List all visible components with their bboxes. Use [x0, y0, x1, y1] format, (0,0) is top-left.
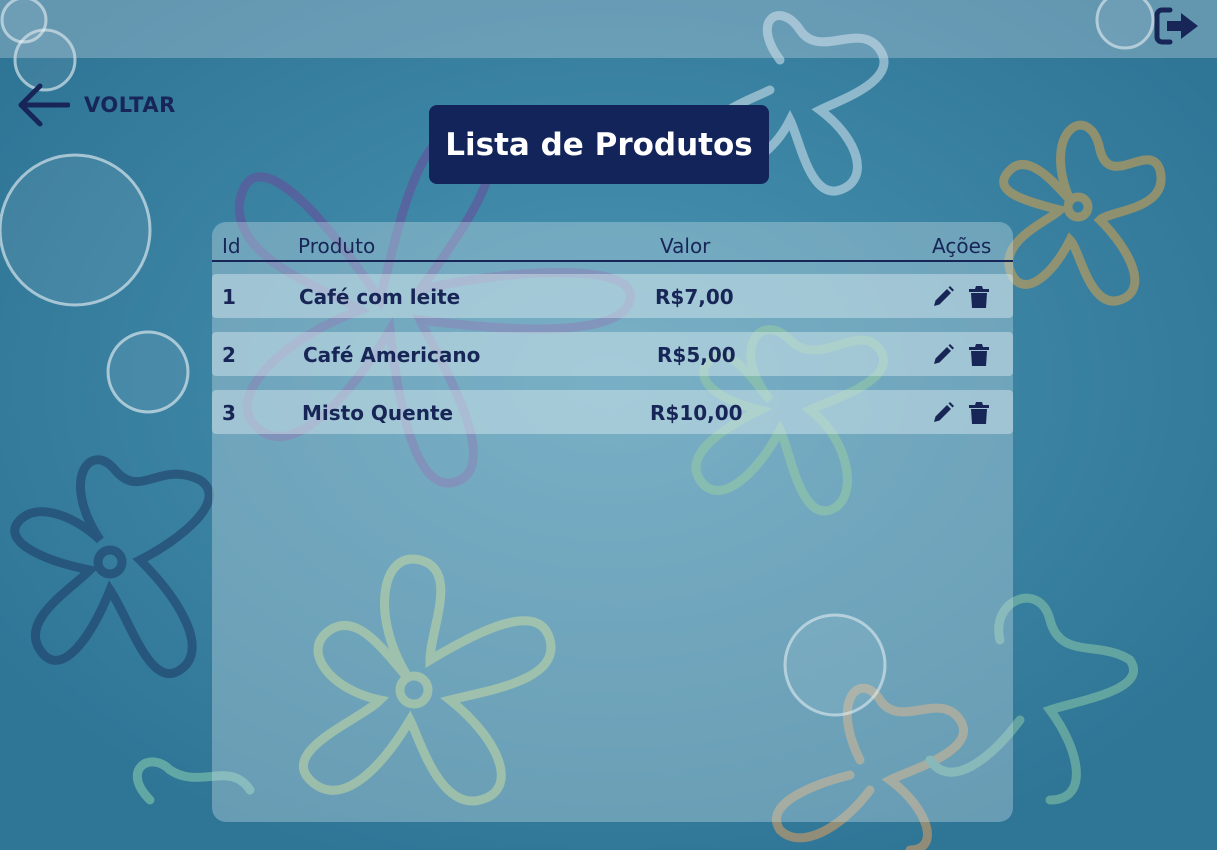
page-title-box: Lista de Produtos: [429, 105, 769, 184]
table-row: 2 Café Americano R$5,00: [212, 332, 1013, 376]
pencil-icon: [934, 402, 954, 422]
row-actions: [930, 342, 1002, 368]
column-header-valor: Valor: [660, 234, 711, 258]
back-label: VOLTAR: [84, 93, 176, 117]
top-bar: [0, 0, 1217, 58]
arrow-left-icon: [18, 83, 70, 127]
delete-button[interactable]: [966, 284, 992, 310]
edit-button[interactable]: [930, 400, 956, 426]
table-row: 3 Misto Quente R$10,00: [212, 390, 1013, 434]
row-id: 2: [222, 343, 236, 367]
row-produto: Café Americano: [303, 343, 481, 367]
edit-button[interactable]: [930, 284, 956, 310]
row-actions: [930, 284, 1002, 310]
trash-icon: [969, 402, 989, 424]
column-header-acoes: Ações: [932, 234, 992, 258]
trash-icon: [969, 344, 989, 366]
logout-button[interactable]: [1151, 4, 1203, 48]
delete-button[interactable]: [966, 342, 992, 368]
row-valor: R$5,00: [657, 343, 736, 367]
sign-out-icon: [1154, 7, 1198, 45]
row-produto: Misto Quente: [302, 401, 454, 425]
pencil-icon: [934, 344, 954, 364]
back-button[interactable]: VOLTAR: [16, 80, 176, 130]
row-actions: [930, 400, 1002, 426]
trash-icon: [969, 286, 989, 308]
products-table: Id Produto Valor Ações 1 Café com leite …: [212, 222, 1013, 822]
table-header: Id Produto Valor Ações: [212, 228, 1013, 262]
row-id: 1: [222, 285, 236, 309]
pencil-icon: [934, 286, 954, 306]
row-produto: Café com leite: [299, 285, 461, 309]
table-row: 1 Café com leite R$7,00: [212, 274, 1013, 318]
row-valor: R$10,00: [650, 401, 743, 425]
edit-button[interactable]: [930, 342, 956, 368]
delete-button[interactable]: [966, 400, 992, 426]
column-header-produto: Produto: [298, 234, 376, 258]
column-header-id: Id: [222, 234, 241, 258]
row-id: 3: [222, 401, 236, 425]
row-valor: R$7,00: [655, 285, 734, 309]
page-title: Lista de Produtos: [445, 126, 753, 163]
